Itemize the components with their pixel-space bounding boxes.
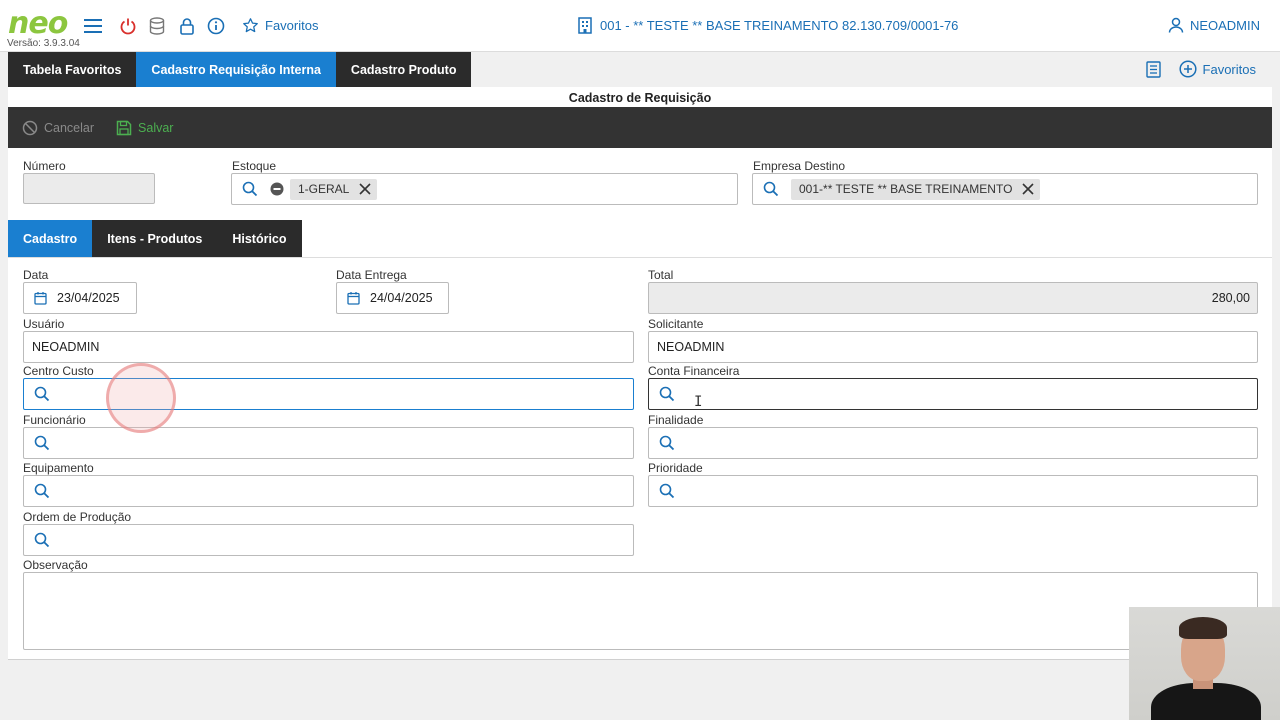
usuario-input[interactable]: NEOADMIN — [23, 331, 634, 363]
database-icon[interactable] — [147, 16, 167, 36]
equipamento-label: Equipamento — [23, 461, 94, 475]
tab-itens-produtos[interactable]: Itens - Produtos — [92, 220, 218, 257]
funcionario-label: Funcionário — [23, 413, 86, 427]
tab-cadastro[interactable]: Cadastro — [8, 220, 93, 257]
form-title: Cadastro de Requisição — [568, 91, 712, 105]
save-label: Salvar — [138, 120, 174, 135]
estoque-field[interactable]: 1-GERAL — [231, 173, 738, 205]
top-bar: neo Versão: 3.9.3.04 Favoritos 001 - ** … — [0, 0, 1280, 52]
version-label: Versão: 3.9.3.04 — [7, 38, 80, 49]
main-tabs: Tabela Favoritos Cadastro Requisição Int… — [8, 52, 472, 87]
add-favorite-button[interactable]: Favoritos — [1178, 60, 1256, 78]
company-selector[interactable]: 001 - ** TESTE ** BASE TREINAMENTO 82.13… — [578, 17, 958, 34]
numero-label: Número — [23, 159, 66, 173]
search-icon — [659, 386, 675, 402]
calendar-icon — [34, 292, 47, 305]
total-value: 280,00 — [1211, 291, 1250, 305]
search-icon — [242, 181, 258, 197]
ordem-producao-input[interactable] — [23, 524, 634, 556]
user-icon — [1168, 17, 1184, 33]
close-icon[interactable] — [359, 183, 371, 195]
favorites-button[interactable]: Favoritos — [242, 17, 318, 34]
building-icon — [578, 17, 592, 34]
empresa-destino-field[interactable]: 001-** TESTE ** BASE TREINAMENTO — [752, 173, 1258, 205]
favorites-label: Favoritos — [265, 18, 319, 33]
cancel-button[interactable]: Cancelar — [22, 120, 94, 136]
finalidade-input[interactable] — [648, 427, 1258, 459]
empresa-chip: 001-** TESTE ** BASE TREINAMENTO — [791, 178, 1041, 200]
equipamento-input[interactable] — [23, 475, 634, 507]
tab-cadastro-produto[interactable]: Cadastro Produto — [335, 52, 472, 87]
user-menu[interactable]: NEOADMIN — [1168, 17, 1260, 33]
conta-financeira-label: Conta Financeira — [648, 364, 740, 378]
ordem-producao-label: Ordem de Produção — [23, 510, 132, 524]
finalidade-label: Finalidade — [648, 413, 704, 427]
solicitante-label: Solicitante — [648, 317, 704, 331]
total-input[interactable]: 280,00 — [648, 282, 1258, 314]
minus-circle-icon[interactable] — [270, 182, 284, 196]
observacao-label: Observação — [23, 558, 88, 572]
search-icon — [34, 386, 50, 402]
tab-cadastro-requisicao-interna[interactable]: Cadastro Requisição Interna — [136, 52, 336, 87]
solicitante-input[interactable]: NEOADMIN — [648, 331, 1258, 363]
solicitante-value: NEOADMIN — [657, 340, 725, 354]
conta-financeira-input[interactable] — [648, 378, 1258, 410]
usuario-value: NEOADMIN — [32, 340, 100, 354]
list-icon[interactable] — [1145, 60, 1161, 78]
usuario-label: Usuário — [23, 317, 65, 331]
webcam-overlay — [1129, 607, 1280, 720]
empresa-chip-label: 001-** TESTE ** BASE TREINAMENTO — [799, 182, 1013, 196]
user-name: NEOADMIN — [1189, 17, 1260, 33]
menu-icon[interactable] — [83, 16, 103, 36]
form-panel: Cadastro de Requisição Cancelar Salvar N… — [8, 87, 1272, 660]
numero-input[interactable] — [23, 173, 155, 204]
search-icon — [34, 435, 50, 451]
funcionario-input[interactable] — [23, 427, 634, 459]
search-icon — [34, 532, 50, 548]
centro-custo-label: Centro Custo — [23, 364, 94, 378]
search-icon — [763, 181, 779, 197]
close-icon[interactable] — [1022, 183, 1034, 195]
lock-icon[interactable] — [177, 16, 197, 36]
search-icon — [34, 483, 50, 499]
cancel-label: Cancelar — [44, 120, 95, 135]
info-icon[interactable] — [206, 16, 226, 36]
action-bar: Cancelar Salvar — [8, 107, 1272, 148]
text-cursor-icon: I — [694, 394, 703, 410]
add-favorite-label: Favoritos — [1202, 61, 1256, 77]
data-entrega-label: Data Entrega — [336, 268, 407, 282]
data-label: Data — [23, 268, 49, 282]
sub-tabs: Cadastro Itens - Produtos Histórico — [8, 220, 302, 257]
prioridade-label: Prioridade — [648, 461, 703, 475]
prioridade-input[interactable] — [648, 475, 1258, 507]
estoque-label: Estoque — [232, 159, 277, 173]
presenter-hair — [1179, 617, 1227, 639]
tab-historico[interactable]: Histórico — [217, 220, 302, 257]
click-highlight — [106, 363, 176, 433]
estoque-chip-label: 1-GERAL — [298, 182, 350, 196]
ban-icon — [22, 120, 38, 135]
sub-tabs-divider — [8, 257, 1272, 258]
estoque-chip: 1-GERAL — [290, 178, 378, 200]
data-input[interactable]: 23/04/2025 — [23, 282, 137, 314]
search-icon — [659, 483, 675, 499]
total-label: Total — [648, 268, 674, 282]
observacao-textarea[interactable] — [23, 572, 1258, 650]
empresa-destino-label: Empresa Destino — [753, 159, 846, 173]
company-label: 001 - ** TESTE ** BASE TREINAMENTO 82.13… — [600, 18, 959, 33]
neo-logo[interactable]: neo — [8, 9, 68, 39]
star-icon — [243, 18, 258, 33]
data-value: 23/04/2025 — [57, 291, 120, 305]
data-entrega-value: 24/04/2025 — [370, 291, 433, 305]
power-icon[interactable] — [118, 16, 138, 36]
plus-circle-icon — [1178, 60, 1197, 78]
tab-tabela-favoritos[interactable]: Tabela Favoritos — [8, 52, 137, 87]
save-button[interactable]: Salvar — [116, 120, 173, 136]
search-icon — [659, 435, 675, 451]
calendar-icon — [347, 292, 360, 305]
data-entrega-input[interactable]: 24/04/2025 — [336, 282, 449, 314]
toolbar-right: Favoritos — [1145, 60, 1256, 78]
floppy-icon — [116, 120, 132, 135]
